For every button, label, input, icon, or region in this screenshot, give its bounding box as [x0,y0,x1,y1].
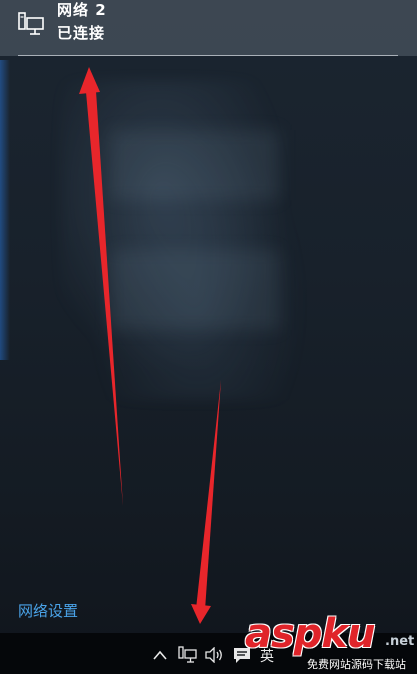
network-settings-link[interactable]: 网络设置 [18,600,78,621]
blurred-window-pane-2 [110,250,280,330]
wired-network-icon [18,12,46,38]
desktop-wallpaper-edge [0,60,10,360]
network-flyout-screen: 网络 2 已连接 网络设置 英 aspku .net 免费网站源码下载站 [0,0,417,674]
divider [18,55,398,56]
network-name: 网络 2 [57,1,107,19]
network-item[interactable]: 网络 2 已连接 [0,0,417,56]
watermark: aspku .net 免费网站源码下载站 [245,614,417,674]
chevron-up-icon[interactable] [152,644,168,666]
network-status: 已连接 [57,24,106,42]
watermark-subtitle: 免费网站源码下载站 [307,658,406,671]
network-icon[interactable] [177,644,199,666]
watermark-logo: aspku [245,611,376,657]
arrow-down [191,380,221,624]
volume-icon[interactable] [203,644,225,666]
blurred-desktop [60,80,310,400]
blurred-window-pane-1 [110,130,280,200]
watermark-suffix: .net [385,634,415,649]
